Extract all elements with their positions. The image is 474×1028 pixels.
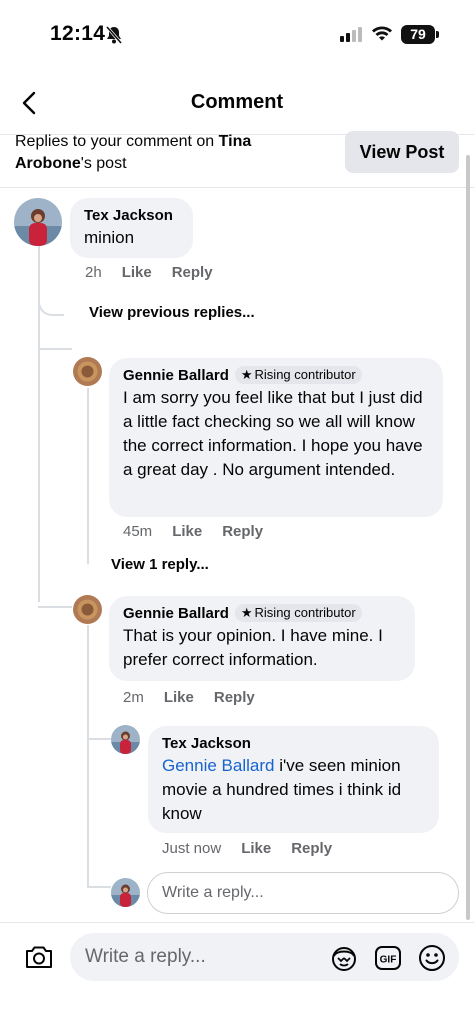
- comment-time: 2h: [85, 264, 102, 281]
- avatar-gennie-ballard[interactable]: [73, 595, 102, 624]
- thread-line-branch-1: [38, 348, 72, 350]
- comment-bubble: Gennie Ballard ★ Rising contributor That i…: [109, 596, 415, 681]
- avatar-tex-jackson[interactable]: [14, 198, 62, 246]
- comment-author[interactable]: Tex Jackson: [84, 206, 179, 226]
- thread-line-sub-2: [87, 625, 89, 887]
- scrollbar[interactable]: [466, 155, 470, 920]
- badge-label: Rising contributor: [254, 605, 356, 620]
- status-time: 12:14: [50, 22, 106, 45]
- star-icon: ★: [240, 367, 253, 382]
- banner-text: Replies to your comment on Tina Arobone's…: [15, 131, 315, 175]
- comment-time: Just now: [162, 840, 222, 857]
- comment-time: 2m: [123, 689, 144, 706]
- comment-bubble: Tex Jackson Gennie Ballard i've seen min…: [148, 726, 439, 833]
- thread-line-curve-main: [38, 290, 64, 316]
- banner-prefix: Replies to your comment on: [15, 133, 219, 150]
- post-banner: Replies to your comment on Tina Arobone's…: [0, 131, 474, 188]
- view-one-reply-link[interactable]: View 1 reply...: [111, 556, 209, 573]
- comment-text: Gennie Ballard i've seen minion movie a …: [162, 754, 425, 826]
- view-previous-replies-link[interactable]: View previous replies...: [89, 304, 255, 321]
- view-post-button[interactable]: View Post: [345, 131, 459, 173]
- camera-icon[interactable]: [24, 943, 54, 976]
- author-name[interactable]: Gennie Ballard: [123, 367, 229, 384]
- like-button[interactable]: Like: [164, 689, 194, 706]
- reply-button[interactable]: Reply: [291, 840, 332, 857]
- status-bar: 12:14 79: [0, 0, 474, 70]
- rising-contributor-badge: ★ Rising contributor: [234, 366, 362, 384]
- comment-bubble: Tex Jackson minion: [70, 198, 193, 258]
- avatar-sticker-icon[interactable]: [330, 944, 358, 977]
- page-title: Comment: [190, 91, 284, 113]
- thread-line-sub-1: [87, 388, 89, 564]
- wifi-icon: [371, 24, 393, 47]
- comment-text: minion: [84, 228, 135, 247]
- rising-contributor-badge: ★ Rising contributor: [234, 604, 362, 622]
- reply-button[interactable]: Reply: [172, 264, 213, 281]
- post-owner-first-name: Tina: [218, 133, 252, 150]
- gif-icon[interactable]: GIF: [374, 944, 402, 977]
- star-icon: ★: [240, 605, 253, 620]
- bottom-composer-bar: Write a reply... GIF: [0, 922, 474, 1028]
- comment-author[interactable]: Tex Jackson: [162, 734, 425, 754]
- bell-off-icon: [104, 25, 124, 50]
- like-button[interactable]: Like: [172, 523, 202, 540]
- reply-button[interactable]: Reply: [214, 689, 255, 706]
- comment-text: I am sorry you feel like that but I just…: [123, 388, 423, 479]
- comment-actions: 45m Like Reply: [123, 523, 263, 540]
- reply-button[interactable]: Reply: [222, 523, 263, 540]
- thread-line-branch-2: [38, 606, 72, 608]
- comment-author[interactable]: Gennie Ballard ★ Rising contributor: [123, 604, 401, 624]
- like-button[interactable]: Like: [122, 264, 152, 281]
- gif-label: GIF: [380, 955, 397, 966]
- avatar-current-user: [111, 878, 140, 907]
- inline-reply-input[interactable]: Write a reply...: [147, 872, 459, 914]
- post-owner-last-name: Arobone: [15, 155, 81, 172]
- like-button[interactable]: Like: [241, 840, 271, 857]
- avatar-gennie-ballard[interactable]: [73, 357, 102, 386]
- avatar-tex-jackson[interactable]: [111, 725, 140, 754]
- comment-actions: 2h Like Reply: [85, 264, 213, 281]
- battery-tip: [436, 31, 439, 38]
- comment-actions: Just now Like Reply: [162, 840, 332, 857]
- comment-author[interactable]: Gennie Ballard ★ Rising contributor: [123, 366, 429, 386]
- thread-line-sub-2-branch: [87, 738, 111, 740]
- author-name[interactable]: Gennie Ballard: [123, 605, 229, 622]
- mention-link[interactable]: Gennie Ballard: [162, 756, 274, 775]
- cellular-signal-icon: [340, 26, 364, 47]
- badge-label: Rising contributor: [254, 367, 356, 382]
- banner-suffix: 's post: [80, 155, 127, 172]
- comment-actions: 2m Like Reply: [123, 689, 255, 706]
- header: Comment: [0, 78, 474, 130]
- comment-bubble: Gennie Ballard ★ Rising contributor I am s…: [109, 358, 443, 517]
- thread-line-sub-2-branch-2: [87, 886, 111, 888]
- battery-indicator: 79: [401, 25, 435, 44]
- comment-text: That is your opinion. I have mine. I pre…: [123, 626, 383, 669]
- emoji-icon[interactable]: [418, 944, 446, 977]
- comment-time: 45m: [123, 523, 153, 540]
